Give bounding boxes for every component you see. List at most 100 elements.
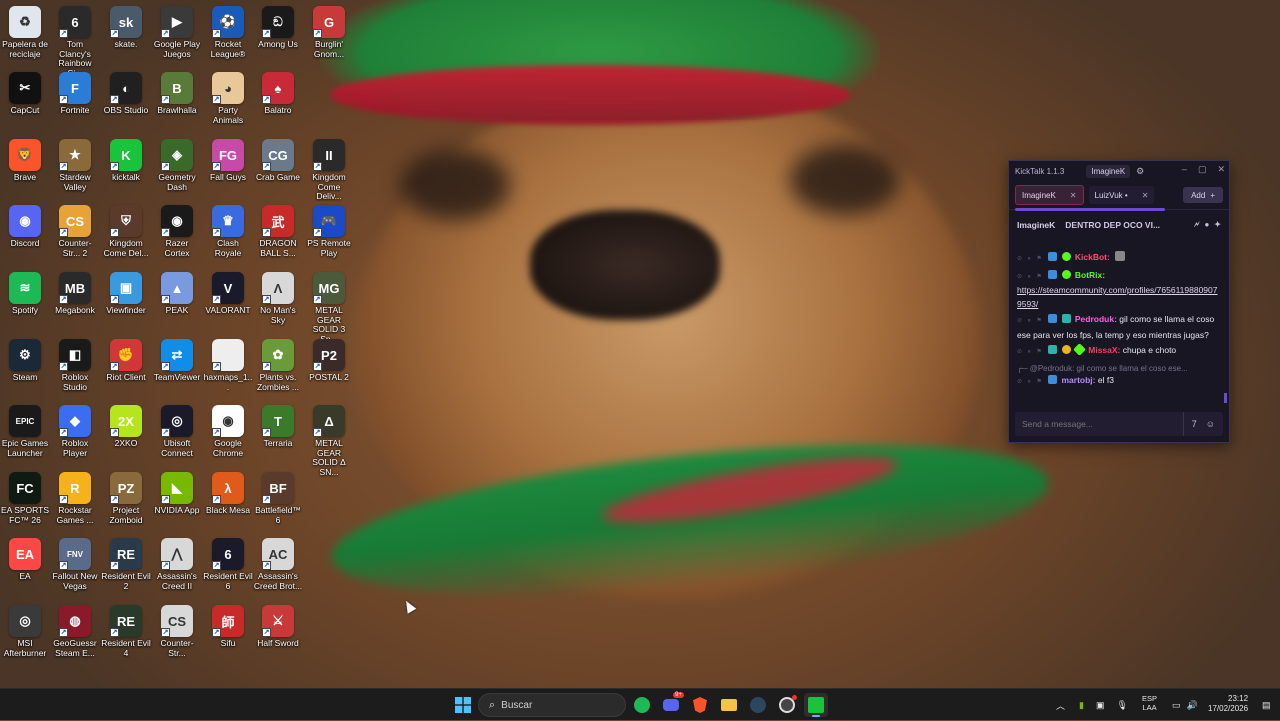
desktop-shortcut[interactable]: 6↗Tom Clancy's Rainbow Si... (50, 6, 100, 78)
desktop-shortcut[interactable]: ♠ ↗ Balatro (253, 72, 303, 116)
desktop-shortcut[interactable]: MG↗METAL GEAR SOLID 3 Sn... (304, 272, 354, 344)
desktop-shortcut[interactable]: FC EA SPORTS FC™ 26 (0, 472, 50, 525)
desktop-shortcut[interactable]: EA EA (0, 538, 50, 582)
chat-username[interactable]: MissaX: (1088, 345, 1120, 355)
desktop-shortcut[interactable]: EPIC Epic Games Launcher (0, 405, 50, 458)
microphone-icon[interactable]: 🎙 (1116, 700, 1127, 711)
kicktalk-titlebar[interactable]: KickTalk 1.1.3 ImagineK ⚙ – ▢ ✕ (1009, 161, 1229, 181)
desktop-shortcut[interactable]: ≋ Spotify (0, 272, 50, 316)
desktop-shortcut[interactable]: FNV ↗ Fallout New Vegas (50, 538, 100, 591)
desktop-shortcut[interactable]: 武 ↗ DRAGON BALL S... (253, 205, 303, 258)
desktop-shortcut[interactable]: ✿ ↗ Plants vs. Zombies ... (253, 339, 303, 392)
nvidia-tray-icon[interactable]: ▮ (1079, 700, 1084, 711)
status-icons[interactable]: ▭ 🔊 (1172, 689, 1198, 721)
desktop-shortcut[interactable]: ♛ ↗ Clash Royale (203, 205, 253, 258)
desktop-shortcut[interactable]: CG ↗ Crab Game (253, 139, 303, 183)
chat-message-list[interactable]: ⊘ ⏸ ⚑ KickBot: ⊘ ⏸ ⚑ BotRix: https://ste… (1009, 251, 1229, 406)
desktop-shortcut[interactable]: ◐ ↗ OBS Studio (101, 72, 151, 116)
desktop-shortcut[interactable]: B ↗ Brawlhalla (152, 72, 202, 116)
add-chatroom-button[interactable]: Add + (1183, 187, 1223, 203)
taskbar-clock[interactable]: 23:12 17/02/2026 (1208, 694, 1248, 714)
chat-link[interactable]: https://steamcommunity.com/profiles/7656… (1017, 285, 1218, 309)
minimize-icon[interactable]: – (1182, 164, 1187, 175)
desktop-shortcut[interactable]: ◎ MSI Afterburner (0, 605, 50, 658)
desktop-shortcut[interactable]: ◧ ↗ Roblox Studio (50, 339, 100, 392)
desktop-shortcut[interactable]: R ↗ Rockstar Games ... (50, 472, 100, 525)
desktop-shortcut[interactable]: ◉ ↗ Razer Cortex (152, 205, 202, 258)
desktop-shortcut[interactable]: ◍ ↗ GeoGuessr Steam E... (50, 605, 100, 658)
desktop-shortcut[interactable]: λ ↗ Black Mesa (203, 472, 253, 516)
user-icon[interactable]: ● (1204, 220, 1209, 230)
desktop-shortcut[interactable]: RE ↗ Resident Evil 4 (101, 605, 151, 658)
desktop-shortcut[interactable]: ◎ ↗ Ubisoft Connect (152, 405, 202, 458)
desktop-shortcut[interactable]: Δ ↗ METAL GEAR SOLID Δ SN... (304, 405, 354, 477)
close-icon[interactable]: ✕ (1217, 164, 1225, 175)
start-button[interactable] (451, 693, 475, 717)
chevron-up-icon[interactable]: ︿ (1056, 699, 1065, 712)
tab-luizvuk[interactable]: LuizVuk • ✕ (1088, 186, 1155, 204)
desktop-shortcut[interactable]: ⋀ ↗ Assassin's Creed II (152, 538, 202, 591)
desktop-shortcut[interactable]: 師 ↗ Sifu (203, 605, 253, 649)
desktop-shortcut[interactable]: ◆ ↗ Roblox Player (50, 405, 100, 458)
desktop-shortcut[interactable]: 🦁 Brave (0, 139, 50, 183)
desktop-shortcut[interactable]: ◈ ↗ Geometry Dash (152, 139, 202, 192)
taskbar-search-box[interactable]: ⌕ Buscar (478, 693, 626, 717)
emoji-picker-icon[interactable]: ☺ (1206, 419, 1215, 429)
desktop-shortcut[interactable]: sk ↗ skate. (101, 6, 151, 50)
desktop-shortcut[interactable]: ⇄ ↗ TeamViewer (152, 339, 202, 383)
desktop-shortcut[interactable]: V ↗ VALORANT (203, 272, 253, 316)
desktop-shortcut[interactable]: Λ ↗ No Man's Sky (253, 272, 303, 325)
desktop-shortcut[interactable]: ▲ ↗ PEAK (152, 272, 202, 316)
desktop-shortcut[interactable]: BF ↗ Battlefield™ 6 (253, 472, 303, 525)
current-user-badge[interactable]: ImagineK (1086, 164, 1131, 178)
mod-actions[interactable]: ⊘ ⏸ ⚑ (1017, 274, 1044, 280)
chat-username[interactable]: BotRix: (1075, 270, 1105, 280)
desktop-shortcut[interactable]: ඞ ↗ Among Us (253, 6, 303, 50)
desktop-shortcut[interactable]: ★ ↗ Stardew Valley (50, 139, 100, 192)
taskbar-brave[interactable] (688, 693, 712, 717)
chat-message-input[interactable] (1022, 419, 1162, 429)
desktop-shortcut[interactable]: CS ↗ Counter-Str... (152, 605, 202, 658)
desktop-shortcut[interactable]: 6 ↗ Resident Evil 6 (203, 538, 253, 591)
desktop-shortcut[interactable]: K ↗ kicktalk (101, 139, 151, 183)
close-tab-icon[interactable]: ✕ (1142, 191, 1149, 200)
desktop-shortcut[interactable]: RE ↗ Resident Evil 2 (101, 538, 151, 591)
desktop-shortcut[interactable]: ✂ CapCut (0, 72, 50, 116)
taskbar-steam[interactable] (746, 693, 770, 717)
pin-icon[interactable]: ✦ (1214, 220, 1221, 230)
desktop-shortcut[interactable]: MB ↗ Megabonk (50, 272, 100, 316)
desktop-shortcut[interactable]: FG ↗ Fall Guys (203, 139, 253, 183)
chat-username[interactable]: Pedroduk: (1075, 314, 1117, 324)
chat-username[interactable]: martobj: (1062, 375, 1096, 385)
taskbar-obs[interactable] (775, 693, 799, 717)
desktop-shortcut[interactable]: CS ↗ Counter-Str... 2 (50, 205, 100, 258)
notification-center[interactable]: ▤ (1262, 689, 1271, 721)
reply-context[interactable]: ╭─ @Pedroduk: gil como se llama el coso … (1017, 362, 1221, 376)
desktop-shortcut[interactable]: ↗ haxmaps_1... (203, 339, 253, 392)
desktop-shortcut[interactable]: ♻ Papelera de reciclaje (0, 6, 50, 59)
chat-input-box[interactable]: 7 ☺ (1015, 412, 1223, 436)
desktop-shortcut[interactable]: ◉ ↗ Google Chrome (203, 405, 253, 458)
desktop-shortcut[interactable]: ▶ ↗ Google Play Juegos (152, 6, 202, 59)
desktop-shortcut[interactable]: ◉ Discord (0, 205, 50, 249)
desktop-shortcut[interactable]: ◣ ↗ NVIDIA App (152, 472, 202, 516)
chat-username[interactable]: KickBot: (1075, 252, 1110, 262)
desktop-shortcut[interactable]: ▣ ↗ Viewfinder (101, 272, 151, 316)
language-indicator[interactable]: ESP LAA (1142, 694, 1157, 712)
mod-actions[interactable]: ⊘ ⏸ ⚑ (1017, 349, 1044, 355)
desktop-shortcut[interactable]: F ↗ Fortnite (50, 72, 100, 116)
desktop-shortcut[interactable]: T ↗ Terraria (253, 405, 303, 449)
desktop-shortcut[interactable]: 2X ↗ 2XKO (101, 405, 151, 449)
desktop-shortcut[interactable]: ⚽ ↗ Rocket League® (203, 6, 253, 59)
maximize-icon[interactable]: ▢ (1198, 164, 1207, 175)
mod-tools-icon[interactable]: 🗲 (1194, 220, 1199, 230)
desktop-shortcut[interactable]: PZ ↗ Project Zomboid (101, 472, 151, 525)
settings-gear-icon[interactable]: ⚙ (1136, 166, 1144, 177)
desktop-shortcut[interactable]: P2 ↗ POSTAL 2 (304, 339, 354, 383)
mod-actions[interactable]: ⊘ ⏸ ⚑ (1017, 318, 1044, 324)
desktop-shortcut[interactable]: 🎮 ↗ PS Remote Play (304, 205, 354, 258)
app-tray-icon[interactable]: ▣ (1096, 700, 1105, 711)
chat-scrollbar[interactable] (1224, 393, 1227, 403)
desktop-shortcut[interactable]: II ↗ Kingdom Come Deliv... (304, 139, 354, 202)
mod-actions[interactable]: ⊘ ⏸ ⚑ (1017, 256, 1044, 262)
